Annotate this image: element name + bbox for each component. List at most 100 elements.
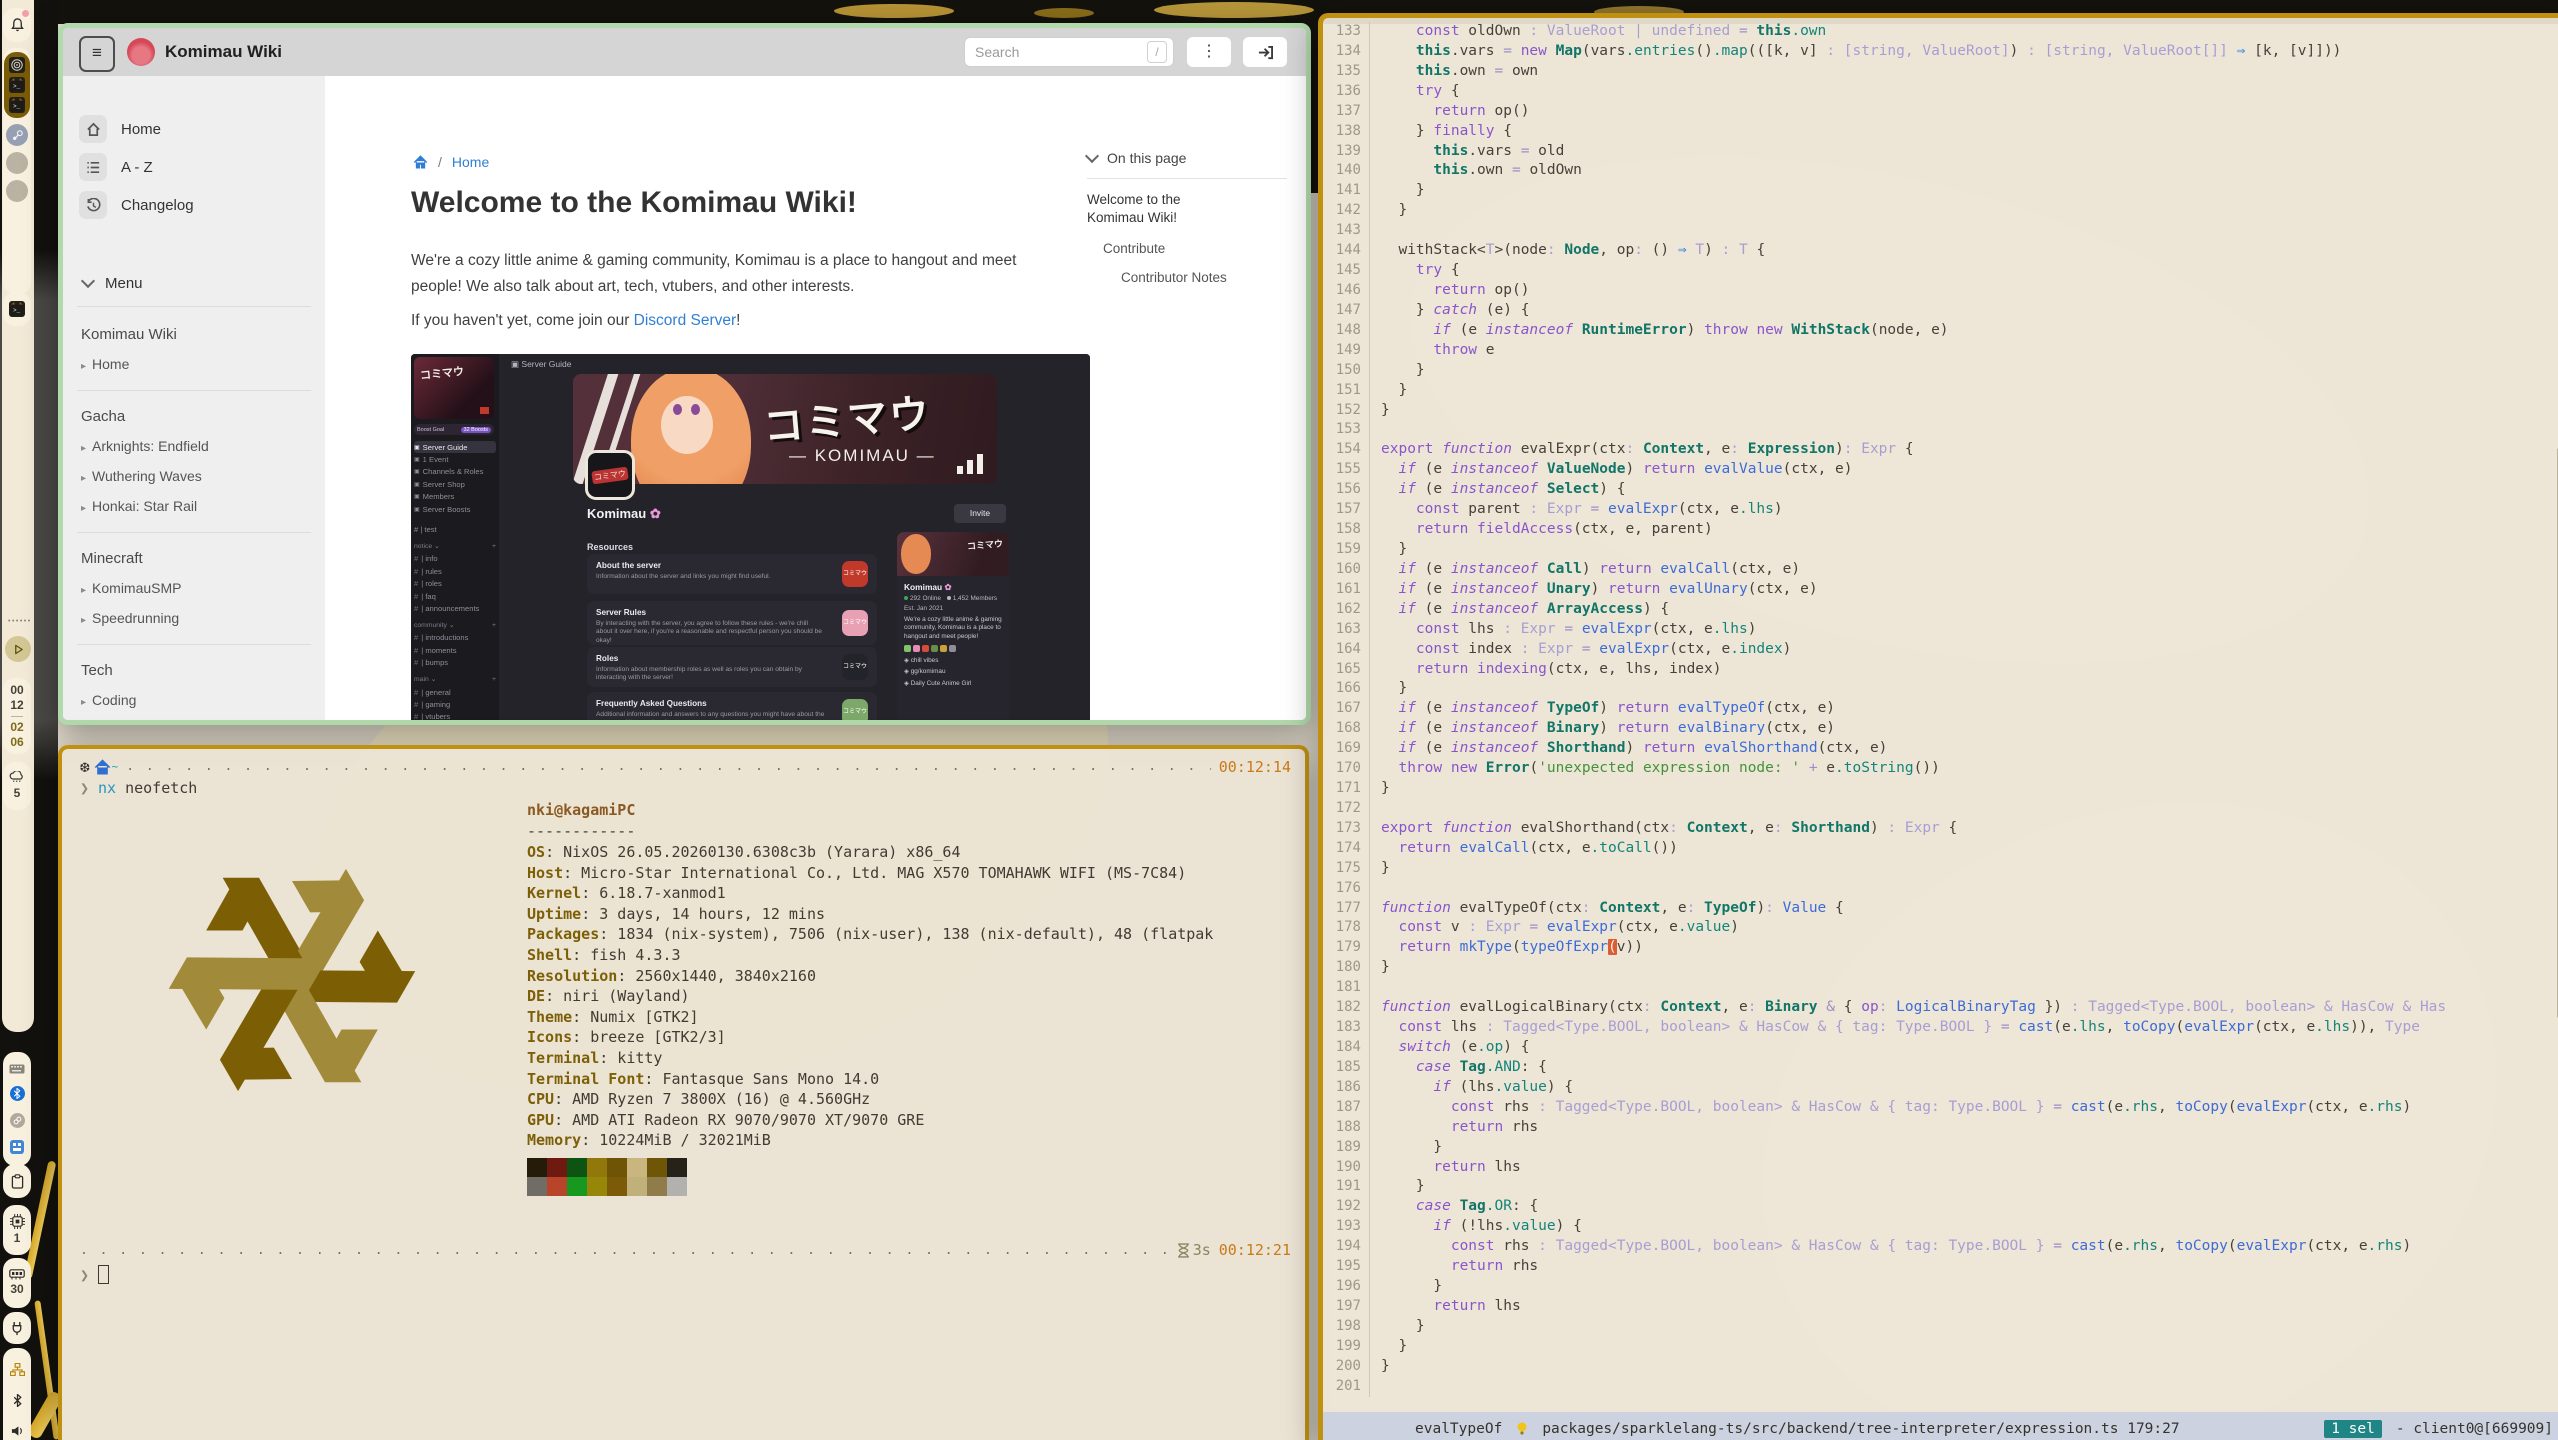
line-number: 168 xyxy=(1323,719,1370,739)
discord-group-header[interactable]: main ⌄+ xyxy=(414,673,496,686)
code-line: 197 return lhs xyxy=(1323,1297,2555,1317)
discord-channel[interactable]: # | roles xyxy=(414,578,496,590)
discord-channel[interactable]: # | test xyxy=(414,523,496,535)
discord-channel[interactable]: # | announcements xyxy=(414,602,496,614)
discord-channel[interactable]: ▣ Server Shop xyxy=(414,478,496,490)
sign-in-button[interactable] xyxy=(1243,37,1287,67)
weather-widget[interactable]: 5 xyxy=(3,762,31,810)
keyboard-icon xyxy=(9,1064,25,1074)
helix-editor-window[interactable]: 133 const oldOwn : ValueRoot | undefined… xyxy=(1318,13,2558,1440)
discord-channel[interactable]: # | introductions xyxy=(414,632,496,644)
wiki-site-title[interactable]: Komimau Wiki xyxy=(165,42,282,62)
cpu-widget[interactable]: 1 xyxy=(3,1205,31,1255)
tray-widget-2[interactable] xyxy=(3,1348,31,1440)
line-number: 193 xyxy=(1323,1217,1370,1237)
discord-channel[interactable]: # | info xyxy=(414,553,496,565)
discord-server-link[interactable]: Discord Server xyxy=(634,312,737,329)
clipboard-widget[interactable] xyxy=(3,1164,31,1198)
card-description: Additional information and answers to an… xyxy=(596,711,826,726)
workspace-empty[interactable] xyxy=(6,152,28,174)
discord-channel[interactable]: ▣ 1 Event xyxy=(414,453,496,465)
power-widget[interactable] xyxy=(3,1312,31,1344)
discord-channel[interactable]: ▣ Server Boosts xyxy=(414,503,496,515)
line-content: const lhs : Expr = evalExpr(ctx, e.lhs) xyxy=(1381,620,1756,640)
neofetch-line: DE: niri (Wayland) xyxy=(527,987,690,1005)
neofetch-line: Theme: Numix [GTK2] xyxy=(527,1008,699,1026)
discord-mini-banner: コミマウ xyxy=(897,532,1009,576)
clock-widget[interactable]: 00 12 02 06 xyxy=(3,678,31,754)
discord-channel[interactable]: ▣ Members xyxy=(414,491,496,503)
sidebar-link[interactable]: ▸KomimauSMP xyxy=(81,580,182,596)
discord-server-name: Komimau ✿ xyxy=(587,506,661,522)
discord-channel[interactable]: # | faq xyxy=(414,590,496,602)
discord-channel[interactable]: # | gaming xyxy=(414,698,496,710)
kitty-terminal-icon[interactable]: >_ xyxy=(9,97,25,113)
sidebar-item-a-z[interactable]: A - Z xyxy=(79,152,153,182)
workspace-steam[interactable] xyxy=(6,124,28,146)
code-area[interactable]: 133 const oldOwn : ValueRoot | undefined… xyxy=(1323,22,2555,1409)
discord-channel[interactable]: ▣ Channels & Roles xyxy=(414,466,496,478)
spiral-app-icon[interactable] xyxy=(9,57,25,73)
sidebar-link[interactable]: ▸Home xyxy=(81,356,129,372)
breadcrumb-link-home[interactable]: Home xyxy=(452,154,489,170)
discord-server-avatar: コミマウ xyxy=(585,450,635,500)
divider xyxy=(1087,178,1287,179)
line-number: 169 xyxy=(1323,739,1370,759)
terminal-window[interactable]: ❆ ~ . . . . . . . . . . . . . . . . . . … xyxy=(58,745,1309,1440)
toc-link[interactable]: Contribute xyxy=(1103,241,1287,256)
line-content: if (e instanceof Call) return evalCall(c… xyxy=(1381,560,1800,580)
sidebar-item-changelog[interactable]: Changelog xyxy=(79,190,194,220)
notification-bell-button[interactable] xyxy=(3,8,31,42)
discord-invite-button[interactable]: Invite xyxy=(954,504,1006,523)
discord-channel[interactable]: # | vtubers xyxy=(414,711,496,723)
toc-toggle[interactable]: On this page xyxy=(1087,150,1287,166)
kitty-terminal-icon[interactable]: >_ xyxy=(9,77,25,93)
wiki-logo-avatar[interactable] xyxy=(127,38,155,66)
breadcrumb-home-icon[interactable] xyxy=(413,155,428,169)
terminal-active-prompt[interactable]: ❯ xyxy=(80,1265,1291,1284)
discord-channel[interactable]: # | moments xyxy=(414,644,496,656)
toc-link[interactable]: Contributor Notes xyxy=(1121,270,1287,285)
discord-channel[interactable]: # | rules xyxy=(414,565,496,577)
sidebar-link[interactable]: ▸Linux xyxy=(81,722,126,725)
sidebar-menu-toggle[interactable]: Menu xyxy=(83,268,143,298)
discord-group-header[interactable]: community ⌄+ xyxy=(414,619,496,632)
search-input[interactable]: Search / xyxy=(964,37,1174,67)
discord-group-header[interactable]: notice ⌄+ xyxy=(414,540,496,553)
sidebar-link[interactable]: ▸Arknights: Endfield xyxy=(81,438,209,454)
code-line: 168 if (e instanceof Binary) return eval… xyxy=(1323,719,2555,739)
workspace-empty[interactable] xyxy=(6,180,28,202)
command-timestamp: 00:12:14 xyxy=(1219,758,1291,776)
discord-resource-card[interactable]: About the serverInformation about the se… xyxy=(587,554,877,594)
sidebar-item-home[interactable]: Home xyxy=(79,114,161,144)
toc-label: On this page xyxy=(1107,150,1186,166)
toc-link[interactable]: Welcome to the Komimau Wiki! xyxy=(1087,191,1207,227)
line-number: 165 xyxy=(1323,660,1370,680)
tray-widget[interactable] xyxy=(3,1052,31,1166)
workspace-active[interactable]: >_ >_ xyxy=(4,52,30,118)
sidebar-link[interactable]: ▸Speedrunning xyxy=(81,610,179,626)
sidebar-link[interactable]: ▸Honkai: Star Rail xyxy=(81,498,197,514)
mini-banner-jp: コミマウ xyxy=(966,536,1003,552)
discord-resource-card[interactable]: Frequently Asked QuestionsAdditional inf… xyxy=(587,692,877,725)
discord-channel[interactable]: # | animanga xyxy=(414,723,496,725)
code-line: 151 } xyxy=(1323,381,2555,401)
dock-kitty-pinned[interactable]: >_ xyxy=(3,292,31,326)
line-number: 195 xyxy=(1323,1257,1370,1277)
discord-resource-card[interactable]: Server RulesBy interacting with the serv… xyxy=(587,601,877,645)
sidebar-link[interactable]: ▸Coding xyxy=(81,692,136,708)
code-line: 161 if (e instanceof Unary) return evalU… xyxy=(1323,580,2555,600)
history-icon xyxy=(79,191,107,219)
discord-boost-bar: Boost Goal 32 Boosts xyxy=(414,424,494,435)
media-play-button[interactable] xyxy=(5,636,31,662)
link-icon xyxy=(10,1113,25,1128)
discord-resource-card[interactable]: RolesInformation about membership roles … xyxy=(587,647,877,687)
discord-channel[interactable]: # | bumps xyxy=(414,656,496,668)
hamburger-menu-button[interactable]: ≡ xyxy=(79,36,115,72)
ram-widget[interactable]: 30 xyxy=(3,1258,31,1308)
discord-channel[interactable]: ▣ Server Guide xyxy=(414,441,496,453)
discord-channel[interactable]: # | general xyxy=(414,686,496,698)
line-content: return lhs xyxy=(1381,1297,1521,1317)
sidebar-link[interactable]: ▸Wuthering Waves xyxy=(81,468,202,484)
kebab-menu-button[interactable]: ⋮ xyxy=(1187,37,1231,67)
